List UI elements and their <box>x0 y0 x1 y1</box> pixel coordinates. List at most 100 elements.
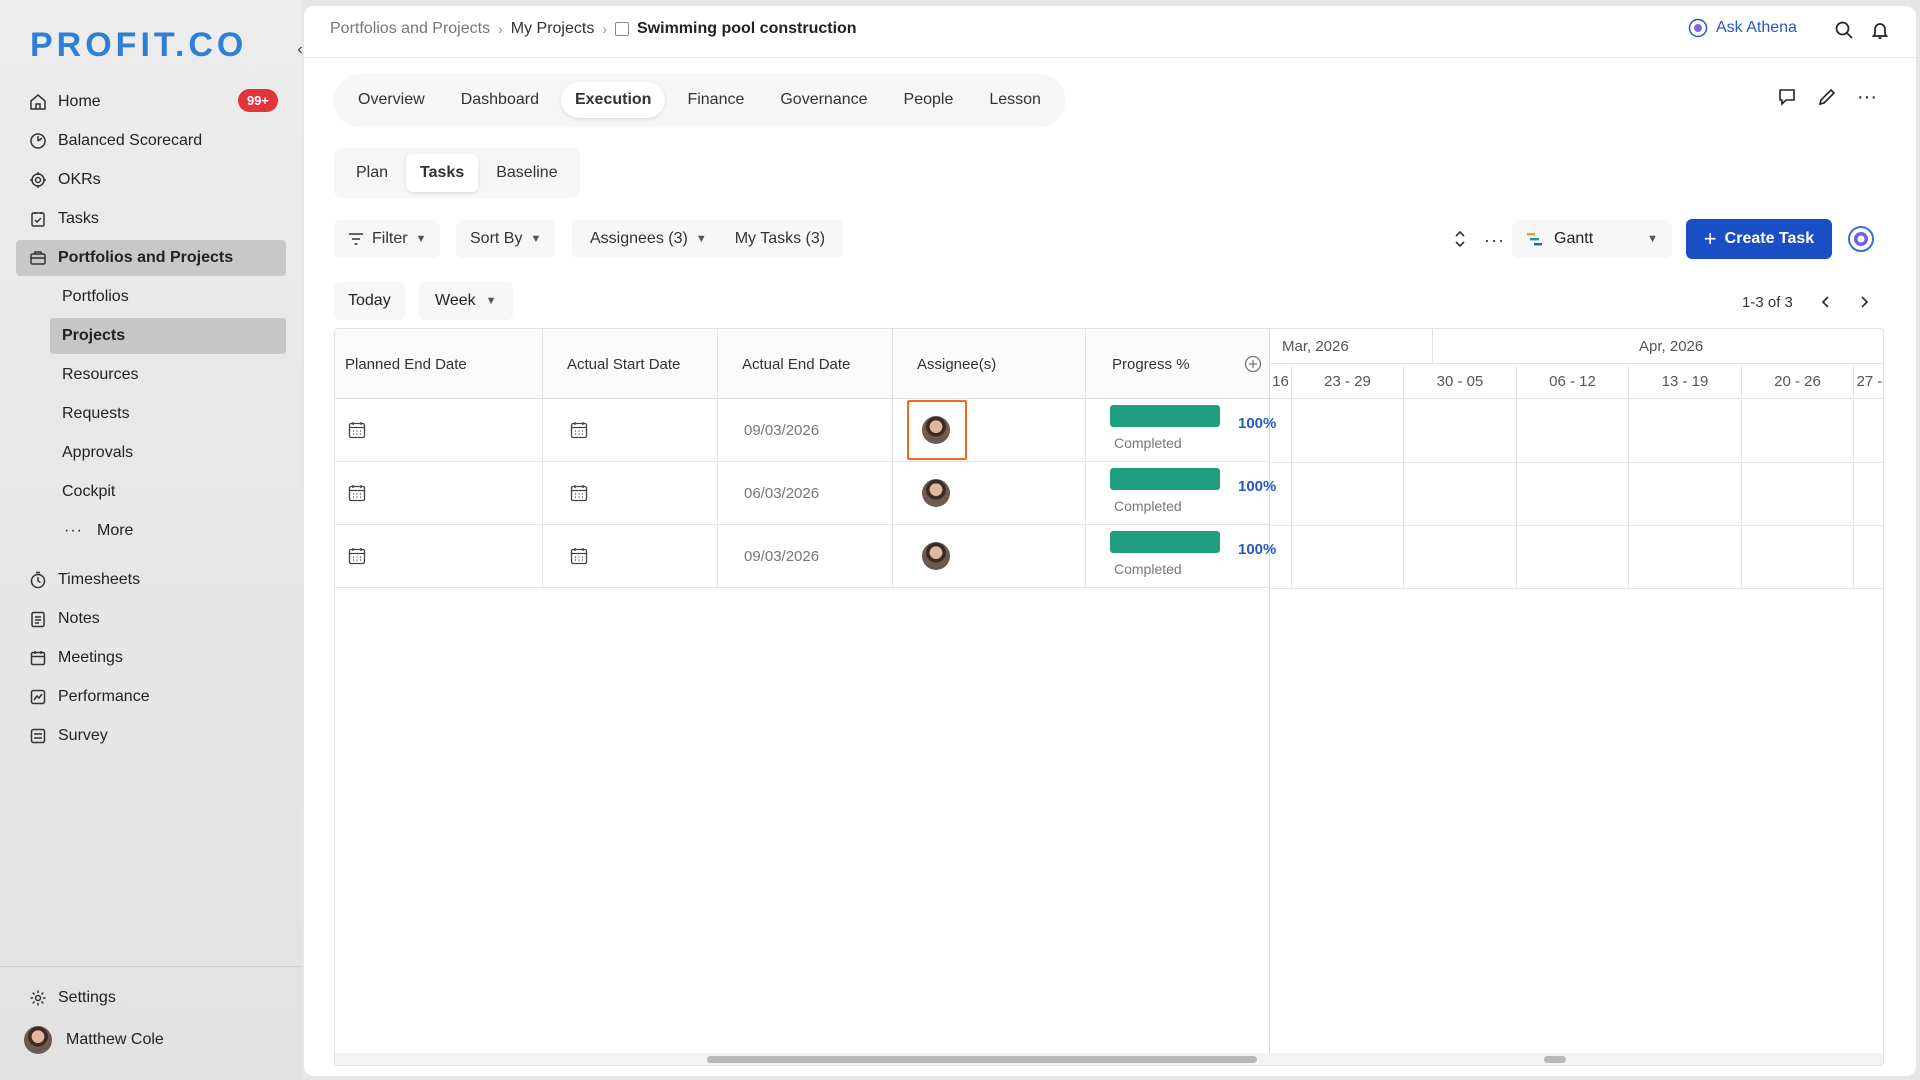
user-profile[interactable]: Matthew Cole <box>24 1026 164 1054</box>
actual-end-date-cell[interactable]: 06/03/2026 <box>718 462 893 524</box>
sidebar-subitem-cockpit[interactable]: Cockpit <box>16 474 286 510</box>
assignee-avatar[interactable] <box>922 542 950 570</box>
toolbar-more-icon[interactable]: ··· <box>1484 230 1505 251</box>
tab-people[interactable]: People <box>890 82 968 118</box>
calendar-icon[interactable] <box>347 546 367 566</box>
chevron-down-icon: ▼ <box>1647 233 1658 245</box>
view-select-dropdown[interactable]: Gantt ▼ <box>1512 220 1672 258</box>
add-column-icon[interactable] <box>1244 355 1262 373</box>
sidebar-subitem-approvals[interactable]: Approvals <box>16 435 286 471</box>
comment-icon[interactable] <box>1774 84 1800 110</box>
sidebar-item-home[interactable]: Home 99+ <box>16 84 286 120</box>
assignee-cell[interactable] <box>893 399 1086 461</box>
calendar-icon[interactable] <box>569 546 589 566</box>
actual-start-date-cell[interactable] <box>543 525 718 587</box>
gantt-week-label: 23 - 29 <box>1292 365 1404 399</box>
calendar-icon <box>28 648 48 668</box>
actual-end-date-cell[interactable]: 09/03/2026 <box>718 399 893 461</box>
assignee-cell[interactable] <box>893 462 1086 524</box>
filter-button[interactable]: Filter ▼ <box>334 220 441 258</box>
gantt-horizontal-scrollbar[interactable] <box>1270 1053 1883 1065</box>
sidebar-item-tasks[interactable]: Tasks <box>16 201 286 237</box>
gantt-column <box>1292 400 1404 589</box>
tab-execution[interactable]: Execution <box>560 82 666 118</box>
table-scroll-thumb[interactable] <box>707 1056 1257 1063</box>
edit-icon[interactable] <box>1814 84 1840 110</box>
col-actual-start-date[interactable]: Actual Start Date <box>543 329 718 399</box>
subtab-baseline[interactable]: Baseline <box>482 154 571 192</box>
breadcrumb-portfolios-and-projects[interactable]: Portfolios and Projects <box>330 20 490 38</box>
more-options-icon[interactable]: ··· <box>1854 84 1880 110</box>
subtab-tasks[interactable]: Tasks <box>406 154 479 192</box>
sidebar-item-notes[interactable]: Notes <box>16 601 286 637</box>
chevron-left-icon <box>1821 296 1829 308</box>
expand-collapse-icon[interactable] <box>1450 228 1470 250</box>
col-assignees[interactable]: Assignee(s) <box>893 329 1086 399</box>
profit-co-logo[interactable]: PROFIT.CO <box>30 26 247 65</box>
actual-end-date-cell[interactable]: 09/03/2026 <box>718 525 893 587</box>
gantt-column <box>1629 400 1742 589</box>
today-button[interactable]: Today <box>334 282 405 320</box>
col-progress[interactable]: Progress % <box>1086 329 1270 399</box>
progress-cell: 100% Completed <box>1086 399 1276 461</box>
col-planned-end-date[interactable]: Planned End Date <box>335 329 543 399</box>
assignee-avatar[interactable] <box>922 479 950 507</box>
sidebar-subitem-portfolios[interactable]: Portfolios <box>16 279 286 315</box>
project-tabs: Overview Dashboard Execution Finance Gov… <box>334 74 1065 126</box>
table-horizontal-scrollbar[interactable] <box>335 1053 1270 1065</box>
sidebar-subitem-resources[interactable]: Resources <box>16 357 286 393</box>
planned-end-date-cell[interactable] <box>335 399 543 461</box>
sidebar-item-performance[interactable]: Performance <box>16 679 286 715</box>
table-row[interactable]: 09/03/2026 100% Completed <box>335 525 1276 588</box>
sidebar-subitem-requests[interactable]: Requests <box>16 396 286 432</box>
target-icon <box>28 170 48 190</box>
gantt-scroll-thumb[interactable] <box>1544 1056 1566 1063</box>
sidebar-item-meetings[interactable]: Meetings <box>16 640 286 676</box>
project-doc-icon <box>615 22 629 36</box>
planned-end-date-cell[interactable] <box>335 525 543 587</box>
sidebar-item-survey[interactable]: Survey <box>16 718 286 754</box>
search-icon[interactable] <box>1832 18 1856 42</box>
calendar-icon[interactable] <box>347 420 367 440</box>
tab-finance[interactable]: Finance <box>673 82 758 118</box>
breadcrumb-my-projects[interactable]: My Projects <box>511 20 595 38</box>
calendar-icon[interactable] <box>569 483 589 503</box>
sidebar-subitem-more[interactable]: ··· More <box>16 513 286 549</box>
gantt-week-label: 27 - <box>1854 365 1883 399</box>
tab-governance[interactable]: Governance <box>766 82 881 118</box>
create-task-button[interactable]: + Create Task <box>1686 219 1832 259</box>
assignees-dropdown[interactable]: Assignees (3) ▼ <box>580 230 717 248</box>
week-dropdown[interactable]: Week ▼ <box>419 282 513 320</box>
progress-fill <box>1110 468 1220 490</box>
athena-assistant-icon[interactable] <box>1846 224 1876 254</box>
bell-icon[interactable] <box>1868 18 1892 42</box>
next-page-button[interactable] <box>1850 288 1878 316</box>
ask-athena-button[interactable]: Ask Athena <box>1688 18 1797 38</box>
calendar-icon[interactable] <box>347 483 367 503</box>
tab-overview[interactable]: Overview <box>344 82 439 118</box>
table-row[interactable]: 06/03/2026 100% Completed <box>335 462 1276 525</box>
breadcrumb-separator: › <box>498 21 503 37</box>
assignee-cell[interactable] <box>893 525 1086 587</box>
table-row[interactable]: 09/03/2026 100% Completed <box>335 399 1276 462</box>
actual-start-date-cell[interactable] <box>543 462 718 524</box>
calendar-icon[interactable] <box>569 420 589 440</box>
assignee-avatar[interactable] <box>922 416 950 444</box>
actual-start-date-cell[interactable] <box>543 399 718 461</box>
tab-dashboard[interactable]: Dashboard <box>447 82 553 118</box>
sidebar-item-settings[interactable]: Settings <box>28 988 116 1008</box>
my-tasks-button[interactable]: My Tasks (3) <box>725 230 835 248</box>
progress-fill <box>1110 405 1220 427</box>
sidebar-item-timesheets[interactable]: Timesheets <box>16 562 286 598</box>
col-actual-end-date[interactable]: Actual End Date <box>718 329 893 399</box>
sidebar-item-okrs[interactable]: OKRs <box>16 162 286 198</box>
progress-fill <box>1110 531 1220 553</box>
sort-by-button[interactable]: Sort By ▼ <box>456 220 556 258</box>
sidebar-subitem-projects[interactable]: Projects <box>50 318 286 354</box>
subtab-plan[interactable]: Plan <box>342 154 402 192</box>
tab-lesson[interactable]: Lesson <box>975 82 1055 118</box>
sidebar-item-portfolios-and-projects[interactable]: Portfolios and Projects <box>16 240 286 276</box>
prev-page-button[interactable] <box>1812 288 1840 316</box>
planned-end-date-cell[interactable] <box>335 462 543 524</box>
sidebar-item-balanced-scorecard[interactable]: Balanced Scorecard <box>16 123 286 159</box>
